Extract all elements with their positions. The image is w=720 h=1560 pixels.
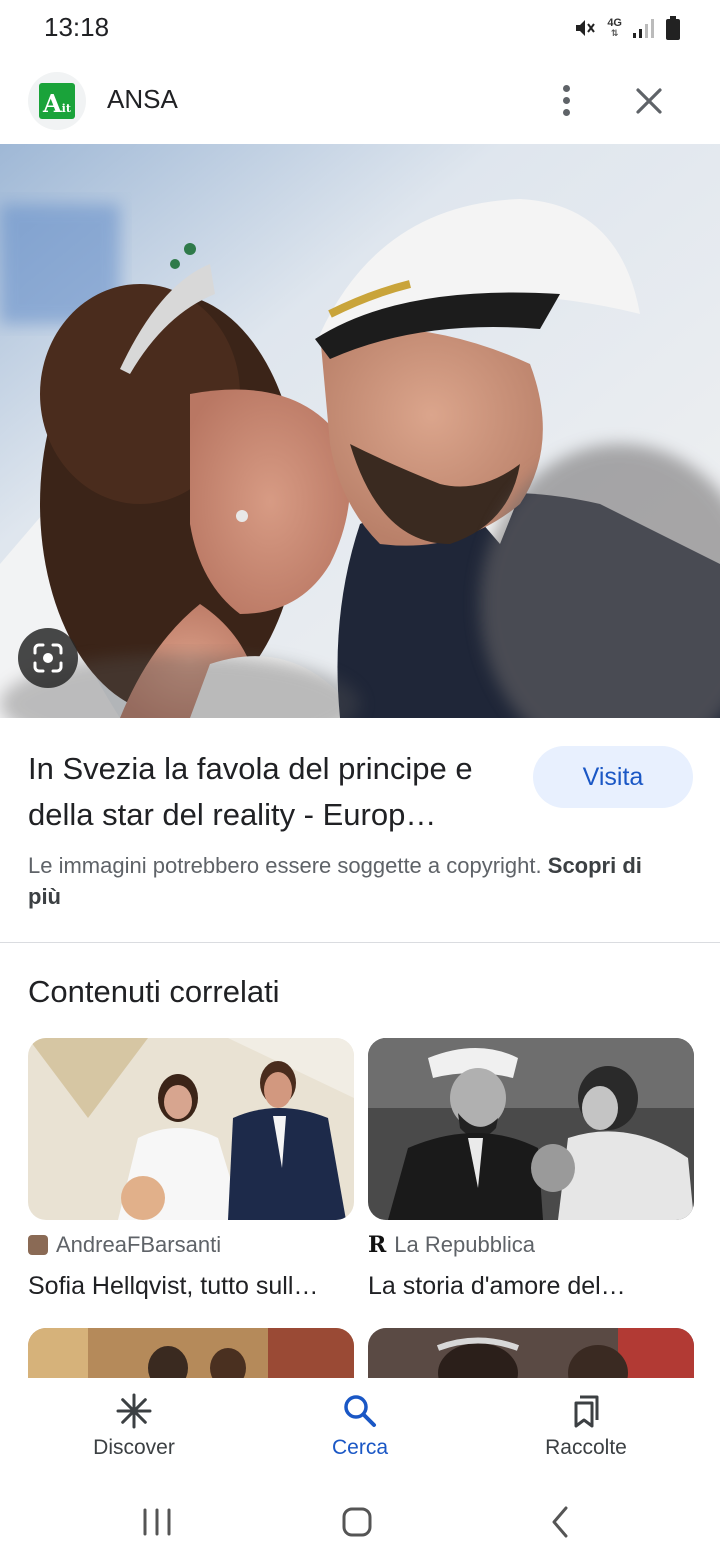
collections-icon [574,1395,599,1428]
google-lens-button[interactable] [18,628,78,688]
network-indicator: 4G ⇅ [607,17,622,39]
copyright-notice: Le immagini potrebbero essere soggette a… [28,850,678,912]
home-icon[interactable] [337,1502,377,1542]
couple-bw-photo [368,1038,694,1220]
asterisk-icon [116,1393,152,1429]
card-title: Sofia Hellqvist, tutto sull… [28,1272,319,1300]
nav-label: Raccolte [545,1436,627,1459]
hero-image[interactable] [0,144,720,718]
viewer-header: Ait ANSA [0,56,720,144]
more-vert-icon [562,84,570,92]
related-card[interactable]: AndreaFBarsanti Sofia Hellqvist, tutto s… [28,1038,354,1301]
back-icon[interactable] [540,1502,580,1542]
source-logo: Ait [28,72,86,130]
close-icon[interactable] [628,80,670,122]
partial-photo [28,1328,354,1378]
page: 13:18 4G ⇅ Ait ANSA In Svezia la favola … [0,0,720,1560]
card-title: La storia d'amore del… [368,1272,626,1300]
more-vert-icon-dot [562,108,570,116]
bottom-nav: Discover Cerca Raccolte [0,1378,720,1482]
search-icon [344,1395,376,1427]
logo-letter: A [43,89,62,118]
nav-label: Discover [93,1436,175,1459]
network-type: 4G [607,17,622,29]
more-vert-icon-dot [562,96,570,104]
source-avatar [28,1235,48,1255]
mute-icon [576,20,596,36]
nav-label: Cerca [331,1436,389,1459]
card-source: R La Repubblica [368,1232,694,1258]
recent-apps-icon[interactable] [137,1502,177,1542]
visit-button[interactable]: Visita [533,746,693,808]
signal-icon [633,19,654,38]
battery-icon [666,16,680,40]
wedding-kiss-photo [0,144,720,718]
repubblica-logo: R [368,1232,387,1258]
lens-icon [33,643,63,673]
source-name: ANSA [107,84,178,114]
related-card-image [368,1038,694,1220]
partial-photo [368,1328,694,1378]
divider [0,942,720,943]
system-nav-bar [0,1482,720,1560]
source-name: AndreaFBarsanti [56,1232,222,1257]
copyright-text: Le immagini potrebbero essere soggette a… [28,853,542,878]
nav-discover[interactable]: Discover [34,1392,234,1460]
more-options-button[interactable] [546,80,586,120]
related-card[interactable]: R La Repubblica La storia d'amore del… [368,1038,694,1301]
status-bar: 13:18 4G ⇅ [0,0,720,56]
status-time: 13:18 [44,12,110,42]
data-arrows-icon: ⇅ [610,28,619,38]
nav-search[interactable]: Cerca [260,1392,460,1460]
related-card-image [28,1038,354,1220]
card-source: AndreaFBarsanti [28,1232,354,1258]
logo-suffix: it [61,102,71,115]
related-heading: Contenuti correlati [28,974,280,1009]
ansa-logo: Ait [39,83,75,119]
related-card-partial[interactable] [368,1328,694,1378]
source-name: La Repubblica [394,1232,535,1257]
related-card-partial[interactable] [28,1328,354,1378]
article-title[interactable]: In Svezia la favola del principe e della… [28,746,518,838]
status-icons: 4G ⇅ [573,14,680,42]
royal-couple-photo [28,1038,354,1220]
nav-collections[interactable]: Raccolte [486,1392,686,1460]
